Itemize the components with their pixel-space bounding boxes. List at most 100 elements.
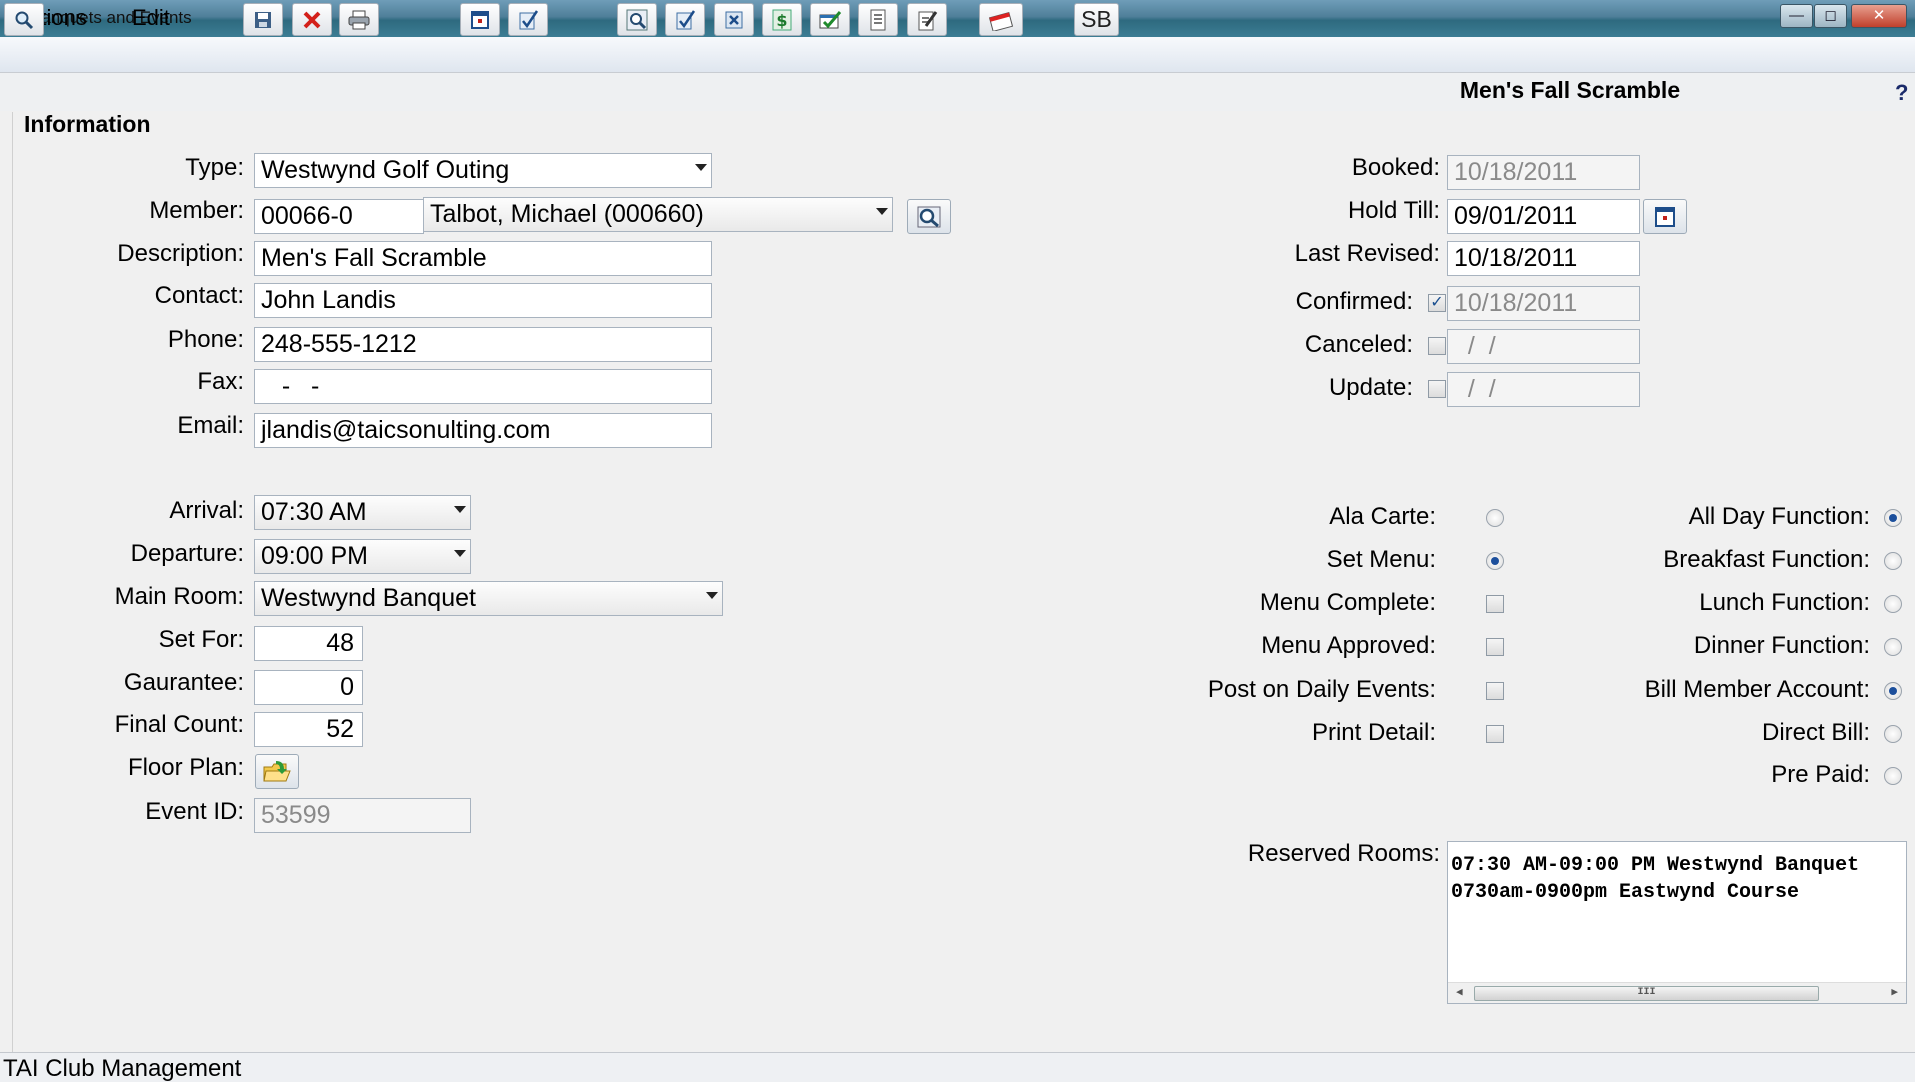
- menu-approved-label: Menu Approved:: [1261, 632, 1436, 659]
- delete-icon: [303, 11, 321, 28]
- update-checkbox[interactable]: [1428, 380, 1446, 398]
- email-field[interactable]: jlandis@taicsonulting.com: [254, 413, 712, 448]
- hold-till-label: Hold Till:: [1347, 197, 1440, 224]
- calendar-icon: [471, 10, 489, 29]
- title-bar: [0, 0, 1915, 37]
- member-name-select[interactable]: Talbot, Michael (000660): [423, 197, 893, 232]
- horizontal-scrollbar[interactable]: ◀ III ▶: [1448, 982, 1906, 1003]
- pre-paid-radio[interactable]: [1884, 767, 1902, 785]
- main-room-select[interactable]: Westwynd Banquet: [254, 581, 723, 616]
- chevron-down-icon: [695, 164, 707, 171]
- ala-carte-radio[interactable]: [1486, 509, 1504, 527]
- member-lookup-button[interactable]: [907, 199, 951, 234]
- canceled-checkbox[interactable]: [1428, 337, 1446, 355]
- print-button[interactable]: [339, 3, 379, 36]
- checklist-button[interactable]: [508, 3, 548, 36]
- print-detail-checkbox[interactable]: [1486, 725, 1504, 743]
- scrollbar-thumb[interactable]: III: [1474, 986, 1819, 1001]
- lunch-function-radio[interactable]: [1884, 595, 1902, 613]
- schedule-button[interactable]: [979, 3, 1023, 36]
- type-select[interactable]: Westwynd Golf Outing: [254, 153, 712, 188]
- description-field[interactable]: Men's Fall Scramble: [254, 241, 712, 276]
- chevron-down-icon: [454, 506, 466, 513]
- post-daily-events-checkbox[interactable]: [1486, 682, 1504, 700]
- confirm-button[interactable]: [810, 3, 850, 36]
- calendar-icon: [1655, 206, 1675, 227]
- set-menu-label: Set Menu:: [1326, 546, 1436, 573]
- delete-button[interactable]: [292, 3, 332, 36]
- main-room-label: Main Room:: [114, 583, 244, 610]
- pre-paid-label: Pre Paid:: [1771, 761, 1870, 788]
- departure-label: Departure:: [130, 540, 244, 567]
- breakfast-function-radio[interactable]: [1884, 552, 1902, 570]
- svg-text:$: $: [776, 11, 787, 30]
- folder-open-icon: [263, 760, 291, 781]
- menu-check-button[interactable]: [665, 3, 705, 36]
- last-revised-label: Last Revised:: [1294, 240, 1440, 267]
- sb-button[interactable]: SB: [1074, 3, 1119, 36]
- document-button[interactable]: [858, 3, 898, 36]
- save-icon: [255, 11, 271, 28]
- event-id-field: 53599: [254, 798, 471, 833]
- reserved-room-line: 0730am-0900pm Eastwynd Course: [1451, 881, 1800, 904]
- update-label: Update:: [1328, 374, 1413, 401]
- bill-member-account-radio[interactable]: [1884, 682, 1902, 700]
- document-icon: [870, 9, 886, 30]
- confirmed-checkbox[interactable]: [1428, 294, 1446, 312]
- event-title: Men's Fall Scramble: [1459, 77, 1681, 103]
- all-day-function-radio[interactable]: [1884, 509, 1902, 527]
- ala-carte-label: Ala Carte:: [1329, 503, 1436, 530]
- phone-field[interactable]: 248-555-1212: [254, 327, 712, 362]
- update-date-field: / /: [1447, 372, 1640, 407]
- status-text: TAI Club Management: [3, 1055, 242, 1082]
- contact-field[interactable]: John Landis: [254, 283, 712, 318]
- save-button[interactable]: [243, 3, 283, 36]
- checkmark-icon: [676, 9, 696, 29]
- close-button[interactable]: ✕: [1851, 4, 1907, 28]
- reserved-rooms-label: Reserved Rooms:: [1247, 840, 1440, 867]
- edit-notes-button[interactable]: [907, 3, 947, 36]
- type-value: Westwynd Golf Outing: [261, 156, 510, 184]
- canceled-date-field: / /: [1447, 329, 1640, 364]
- direct-bill-label: Direct Bill:: [1761, 719, 1870, 746]
- menu-complete-checkbox[interactable]: [1486, 595, 1504, 613]
- last-revised-field[interactable]: 10/18/2011: [1447, 241, 1640, 276]
- maximize-button[interactable]: ◻: [1814, 4, 1847, 28]
- menu-edit[interactable]: Edit: [132, 5, 170, 31]
- billing-button[interactable]: $: [762, 3, 802, 36]
- spreadsheet-icon: [725, 11, 743, 28]
- set-for-field[interactable]: 48: [254, 626, 363, 661]
- lunch-function-label: Lunch Function:: [1699, 589, 1870, 616]
- direct-bill-radio[interactable]: [1884, 725, 1902, 743]
- calendar-button[interactable]: [460, 3, 500, 36]
- floor-plan-button[interactable]: [255, 754, 299, 789]
- scroll-left-icon[interactable]: ◀: [1456, 985, 1463, 999]
- dinner-function-radio[interactable]: [1884, 638, 1902, 656]
- search-button[interactable]: [4, 3, 44, 36]
- minimize-button[interactable]: —: [1780, 4, 1813, 28]
- guarantee-field[interactable]: 0: [254, 670, 363, 705]
- menu-approved-checkbox[interactable]: [1486, 638, 1504, 656]
- contact-label: Contact:: [154, 282, 244, 309]
- help-icon[interactable]: ?: [1895, 80, 1908, 106]
- final-count-field[interactable]: 52: [254, 712, 363, 747]
- hold-till-field[interactable]: 09/01/2011: [1447, 199, 1640, 234]
- status-bar: [0, 1052, 1915, 1082]
- menu-complete-label: Menu Complete:: [1259, 589, 1436, 616]
- member-number-field[interactable]: 00066-0: [254, 199, 424, 234]
- printer-icon: [348, 10, 370, 29]
- confirmed-label: Confirmed:: [1295, 288, 1413, 315]
- hold-till-calendar-button[interactable]: [1643, 199, 1687, 234]
- fax-field[interactable]: - -: [254, 369, 712, 404]
- reserved-rooms-list[interactable]: 07:30 AM-09:00 PM Westwynd Banquet 0730a…: [1447, 841, 1907, 1004]
- departure-select[interactable]: 09:00 PM: [254, 539, 471, 574]
- dinner-function-label: Dinner Function:: [1693, 632, 1870, 659]
- check-envelope-icon: [819, 10, 842, 28]
- excel-button[interactable]: [714, 3, 754, 36]
- arrival-select[interactable]: 07:30 AM: [254, 495, 471, 530]
- set-menu-radio[interactable]: [1486, 552, 1504, 570]
- phone-label: Phone:: [167, 326, 244, 353]
- lookup-button[interactable]: [617, 3, 657, 36]
- scroll-right-icon[interactable]: ▶: [1891, 985, 1898, 999]
- set-for-label: Set For:: [158, 626, 244, 653]
